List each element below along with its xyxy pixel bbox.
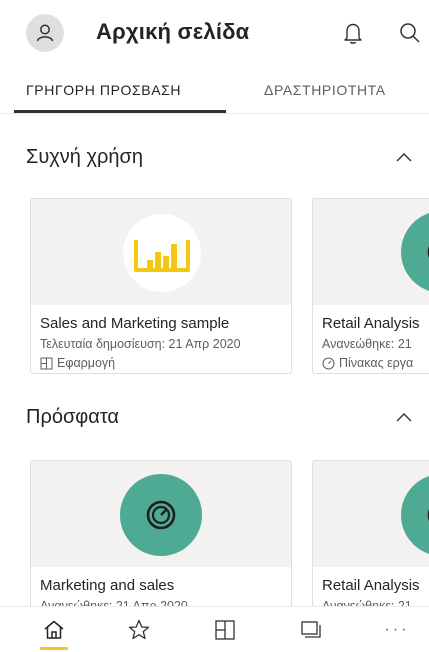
apps-icon [215,620,235,640]
nav-workspaces[interactable] [296,617,326,643]
person-icon [36,24,54,42]
section-title-frequent: Συχνή χρήση [26,146,143,168]
bell-icon [344,23,362,44]
avatar[interactable] [26,14,64,52]
tab-activity[interactable]: ΔΡΑΣΤΗΡΙΟΤΗΤΑ [264,82,386,98]
card-thumbnail [31,461,291,567]
app-header: Αρχική σελίδα [0,0,429,66]
card-type-label: Εφαρμογή [57,356,116,370]
nav-active-indicator [40,647,68,650]
tab-bar: ΓΡΗΓΟΡΗ ΠΡΟΣΒΑΣΗ ΔΡΑΣΤΗΡΙΟΤΗΤΑ [0,66,429,114]
chevron-up-icon [396,153,412,162]
search-button[interactable] [396,20,426,46]
dashboard-icon [146,500,176,530]
home-icon [44,620,64,639]
dashboard-icon [427,509,429,521]
tab-quick-access[interactable]: ΓΡΗΓΟΡΗ ΠΡΟΣΒΑΣΗ [26,82,181,98]
card-title: Marketing and sales [40,577,175,594]
card-thumbnail [313,461,429,567]
workspaces-icon [301,621,321,638]
nav-favorites[interactable] [124,617,154,643]
card-subtitle: Τελευταία δημοσίευση: 21 Απρ 2020 [40,337,241,351]
active-tab-indicator [14,110,226,113]
card-title: Retail Analysis [322,577,420,594]
dashboard-icon [322,357,335,369]
home-screen: Αρχική σελίδα ΓΡΗΓΟΡΗ ΠΡΟΣΒΑΣΗ ΔΡΑΣΤΗΡΙΟ… [0,0,429,652]
chevron-up-icon [396,413,412,422]
collapse-frequent-button[interactable] [394,150,414,164]
bar-chart-icon [134,240,190,272]
card-type: Πίνακας εργα [322,356,413,370]
notifications-button[interactable] [340,20,366,46]
search-icon [400,23,420,43]
card-title: Sales and Marketing sample [40,315,230,332]
nav-apps[interactable] [210,617,240,643]
card-type-label: Πίνακας εργα [339,356,414,370]
card-subtitle: Ανανεώθηκε: 21 [322,337,412,351]
dashboard-thumbnail-circle [401,211,429,293]
card-title: Retail Analysis [322,315,420,332]
card-thumbnail [31,199,291,305]
dashboard-icon [427,246,429,258]
page-title: Αρχική σελίδα [96,19,250,44]
section-title-recent: Πρόσφατα [26,406,119,428]
dashboard-thumbnail-circle [120,474,202,556]
card-sales-marketing-sample[interactable]: Sales and Marketing sample Τελευταία δημ… [30,198,292,374]
card-retail-analysis[interactable]: Retail Analysis Ανανεώθηκε: 21 Πίνακας ε… [312,198,429,374]
dashboard-thumbnail-circle [401,474,429,556]
app-thumbnail-circle [123,214,201,292]
app-icon [40,357,53,369]
nav-more[interactable]: ··· [382,617,412,643]
more-icon: ··· [384,621,410,638]
bottom-nav: ··· [0,606,429,652]
collapse-recent-button[interactable] [394,410,414,424]
star-icon [128,619,150,640]
card-thumbnail [313,199,429,305]
card-type: Εφαρμογή [40,356,115,370]
nav-home[interactable] [39,617,69,643]
